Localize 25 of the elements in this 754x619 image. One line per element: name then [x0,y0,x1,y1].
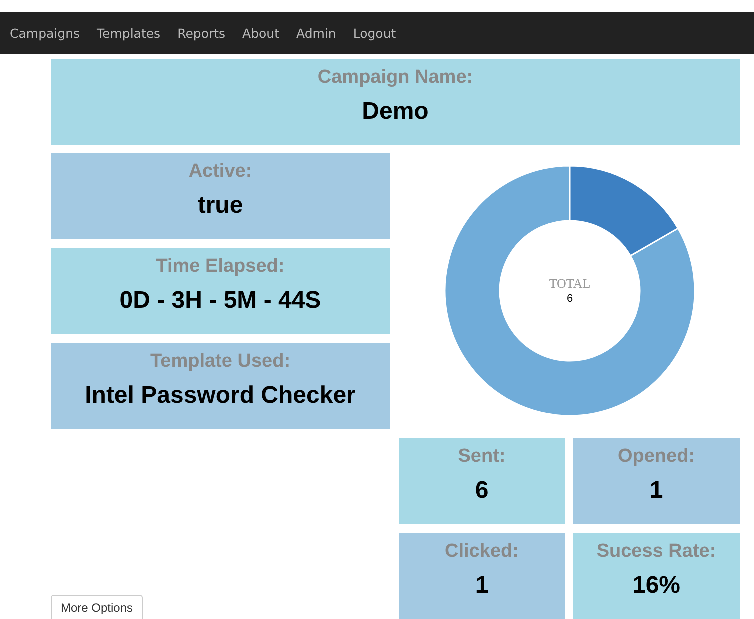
more-options-button[interactable]: More Options [51,595,144,619]
stat-value: 1 [475,572,489,600]
panel-value: Intel Password Checker [85,382,356,410]
panel-label: Active: [188,161,252,183]
nav-link[interactable]: Templates [97,26,161,40]
stat-label: Sucess Rate: [596,541,716,563]
stat-label: Sent: [458,446,506,468]
nav-link[interactable]: About [242,26,280,40]
nav-link[interactable]: Campaigns [10,26,80,40]
nav-link[interactable]: Logout [353,26,396,40]
panel-value: true [198,192,244,220]
panel-label: Template Used: [150,351,291,373]
panel-label: Time Elapsed: [156,256,285,278]
stat-value: 6 [475,477,489,505]
stat-label: Clicked: [445,541,519,563]
nav-link[interactable]: Admin [296,26,336,40]
nav-link[interactable]: Reports [178,26,226,40]
panel-value: Demo [362,98,429,126]
stat-value: 16% [632,572,681,600]
panel-label: Campaign Name: [318,67,474,89]
total-label: TOTAL [549,276,591,292]
stat-label: Opened: [618,446,696,468]
stat-value: 1 [650,477,664,505]
panel-value: 0D - 3H - 5M - 44S [120,287,322,315]
total-value: 6 [566,293,574,305]
